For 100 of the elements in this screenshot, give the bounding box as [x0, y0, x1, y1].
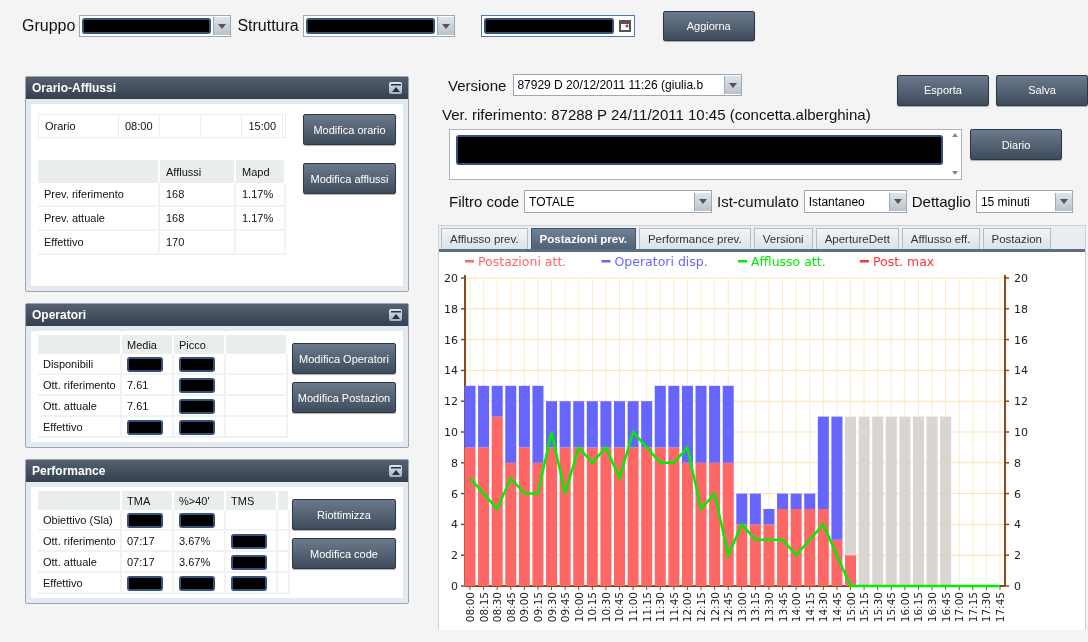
- tick-label: 11:15: [640, 592, 653, 623]
- tick-label: 12: [1014, 395, 1028, 409]
- action-button[interactable]: Modifica afflussi: [303, 163, 396, 194]
- filter-dropdown[interactable]: Istantaneo: [803, 190, 907, 213]
- table-cell: 1.17%: [236, 207, 286, 231]
- tick-label: 10: [444, 426, 458, 439]
- dropdown-field[interactable]: [79, 15, 232, 37]
- legend-item: Postazioni att.: [465, 254, 567, 269]
- tick-label: 13:30: [762, 592, 775, 623]
- table-cell: 15:00: [242, 115, 283, 137]
- field-label: Versione: [448, 76, 507, 94]
- calendar-icon[interactable]: [617, 19, 632, 33]
- action-button[interactable]: Riottimizza: [292, 499, 396, 530]
- filter-dropdown[interactable]: TOTALE: [524, 190, 713, 213]
- table-cell: 170: [160, 231, 236, 255]
- tick-label: 4: [1014, 518, 1021, 532]
- notes-field[interactable]: [449, 129, 962, 180]
- tick-label: 17:30: [980, 592, 993, 623]
- action-button[interactable]: Modifica Postazion: [292, 382, 396, 413]
- field-label: Dettaglio: [911, 193, 971, 210]
- row-label: Effettivo: [38, 417, 122, 438]
- row-label: Effettivo: [38, 573, 122, 594]
- panel-title: Performance: [32, 464, 106, 478]
- tab[interactable]: Afflusso eff.: [901, 228, 980, 249]
- row-label: Prev. riferimento: [38, 183, 160, 207]
- tick-label: 10:00: [572, 592, 585, 623]
- tab[interactable]: ApertureDett: [815, 228, 899, 249]
- tick-label: 16:30: [926, 592, 939, 623]
- action-button[interactable]: Modifica Operatori: [292, 343, 396, 374]
- tab[interactable]: Versioni: [753, 228, 813, 249]
- collapse-icon[interactable]: [389, 465, 402, 477]
- tick-label: 15:30: [871, 592, 884, 623]
- tick-label: 20: [444, 272, 458, 285]
- action-button[interactable]: Esporta: [897, 74, 989, 106]
- reference-version: Ver. riferimento: 87288 P 24/11/2011 10:45 (concetta.alberghina): [442, 106, 872, 123]
- filter-dropdown[interactable]: 15 minuti: [975, 190, 1073, 213]
- table-cell: 7.61: [122, 375, 174, 396]
- tick-label: 12:45: [722, 592, 735, 623]
- row-label: Obiettivo (Sla): [38, 510, 122, 531]
- tick-label: 15:15: [858, 592, 871, 623]
- legend-item: Afflusso att.: [738, 254, 826, 269]
- tick-label: 09:00: [518, 592, 531, 623]
- tick-label: 18: [1014, 302, 1028, 316]
- row-label: Disponibili: [38, 354, 122, 375]
- dropdown-field[interactable]: [302, 15, 455, 37]
- column-header: TMA: [122, 491, 174, 510]
- legend-label: Post. max: [872, 254, 935, 269]
- column-header: Afflussi: [160, 160, 236, 183]
- tick-label: 08:30: [491, 592, 504, 623]
- tick-label: 11:30: [654, 592, 667, 623]
- tick-label: 16:00: [898, 592, 911, 623]
- row-label: Ott. attuale: [38, 396, 122, 417]
- tick-label: 16: [1014, 333, 1028, 347]
- field-label: Filtro code: [449, 193, 520, 210]
- tick-label: 10: [1014, 426, 1028, 439]
- collapse-icon[interactable]: [389, 82, 402, 94]
- tick-label: 16:15: [912, 592, 925, 623]
- tick-label: 08:15: [477, 592, 490, 623]
- collapse-icon[interactable]: [389, 309, 402, 321]
- tick-label: 13:00: [735, 592, 748, 623]
- tick-label: 15:45: [885, 592, 898, 623]
- tick-label: 11:00: [627, 592, 640, 623]
- tab[interactable]: Postazioni prev.: [530, 228, 636, 249]
- column-header: Picco: [174, 335, 226, 354]
- tab[interactable]: Afflusso prev.: [441, 228, 528, 249]
- diary-button[interactable]: Diario: [970, 129, 1062, 160]
- date-field[interactable]: [480, 15, 635, 37]
- action-button[interactable]: Modifica orario: [303, 114, 396, 145]
- table-cell: 3.67%: [174, 531, 226, 552]
- tick-label: 09:15: [531, 592, 544, 623]
- row-label: Effettivo: [38, 231, 160, 255]
- tick-label: 0: [1014, 580, 1021, 593]
- tick-label: 10:15: [586, 592, 599, 623]
- table-cell: 7.61: [122, 396, 174, 417]
- version-dropdown[interactable]: 87929 D 20/12/2011 11:26 (giulia.b: [513, 74, 743, 96]
- table-cell: 07:17: [122, 531, 174, 552]
- column-header: Media: [122, 335, 174, 354]
- legend-item: Post. max: [859, 254, 935, 269]
- field-label: Gruppo: [22, 17, 76, 35]
- column-header: %>40': [174, 491, 226, 510]
- table-cell: 08:00: [119, 115, 160, 137]
- tick-label: 20: [1014, 272, 1028, 285]
- tick-label: 6: [1014, 487, 1021, 501]
- tab[interactable]: Performance prev.: [638, 228, 751, 249]
- tick-label: 14: [444, 364, 458, 378]
- tick-label: 09:45: [559, 592, 572, 623]
- tick-label: 11:45: [667, 592, 680, 623]
- tick-label: 10:30: [599, 592, 612, 623]
- tick-label: 17:15: [966, 592, 979, 623]
- tab[interactable]: Postazion: [982, 228, 1051, 249]
- row-label: Ott. riferimento: [38, 375, 122, 396]
- action-button[interactable]: Modifica code: [292, 538, 396, 569]
- tick-label: 17:00: [953, 592, 966, 623]
- panel-title: Orario-Afflussi: [32, 81, 116, 95]
- action-button[interactable]: Salva: [996, 74, 1088, 106]
- tick-label: 08:00: [464, 592, 476, 623]
- refresh-button[interactable]: Aggiorna: [662, 11, 755, 41]
- tick-label: 17:45: [994, 592, 1006, 623]
- tick-label: 10:45: [613, 592, 626, 623]
- tick-label: 12:15: [695, 592, 708, 623]
